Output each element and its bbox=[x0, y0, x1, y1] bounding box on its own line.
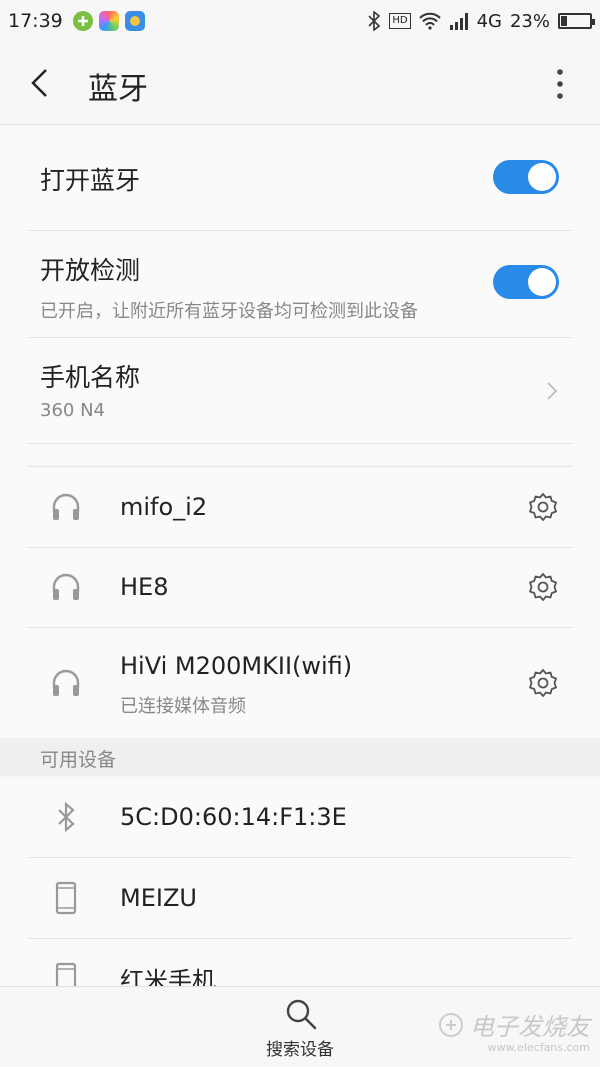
back-arrow-icon[interactable] bbox=[26, 66, 56, 100]
discoverable-toggle-switch[interactable] bbox=[493, 265, 559, 299]
phone-icon bbox=[55, 962, 77, 986]
gear-icon[interactable] bbox=[527, 491, 559, 523]
discoverable-toggle-row[interactable]: 开放检测 已开启，让附近所有蓝牙设备均可检测到此设备 bbox=[27, 231, 573, 338]
headphones-icon bbox=[52, 669, 80, 696]
battery-icon bbox=[558, 13, 595, 29]
bluetooth-icon bbox=[58, 801, 75, 833]
yellow-app-icon bbox=[124, 11, 145, 31]
app-header: 蓝牙 bbox=[0, 42, 600, 125]
signal-icon bbox=[449, 13, 468, 30]
toggle-knob bbox=[528, 268, 556, 296]
available-section-title: 可用设备 bbox=[40, 749, 117, 771]
paired-devices-panel: mifo_i2 HE8 HiVi M200MKII(wifi) 已连接媒体音频 bbox=[0, 466, 600, 738]
phone-icon bbox=[55, 881, 77, 915]
plus-circle-icon bbox=[72, 11, 93, 31]
gear-icon[interactable] bbox=[527, 667, 559, 699]
status-right: HD 4G 23% bbox=[367, 0, 595, 42]
available-device-item[interactable]: MEIZU bbox=[27, 858, 573, 939]
paired-device-item[interactable]: HE8 bbox=[27, 547, 573, 628]
watermark-logo-icon bbox=[439, 1012, 463, 1037]
battery-percent: 23% bbox=[509, 10, 550, 32]
wifi-icon bbox=[418, 12, 441, 30]
gear-icon[interactable] bbox=[527, 571, 559, 603]
bluetooth-icon bbox=[368, 11, 381, 31]
watermark: 电子发烧友 www.elecfans.com bbox=[438, 1007, 590, 1054]
available-section-header: 可用设备 bbox=[0, 738, 600, 776]
more-vertical-icon[interactable] bbox=[548, 66, 572, 102]
available-device-name: MEIZU bbox=[120, 884, 197, 912]
available-device-item[interactable]: 5C:D0:60:14:F1:3E bbox=[27, 777, 573, 858]
device-name-label: 手机名称 bbox=[40, 363, 141, 392]
discoverable-toggle-sub: 已开启，让附近所有蓝牙设备均可检测到此设备 bbox=[40, 301, 418, 322]
discoverable-toggle-label: 开放检测 bbox=[40, 256, 141, 285]
network-type: 4G bbox=[476, 10, 502, 32]
available-device-name: 红米手机 bbox=[120, 967, 216, 986]
paired-device-item[interactable]: HiVi M200MKII(wifi) 已连接媒体音频 bbox=[27, 628, 573, 738]
settings-panel: 打开蓝牙 开放检测 已开启，让附近所有蓝牙设备均可检测到此设备 手机名称 360… bbox=[0, 125, 600, 465]
paired-device-name: HiVi M200MKII(wifi) bbox=[120, 652, 353, 680]
paired-device-name: mifo_i2 bbox=[120, 493, 208, 521]
colorful-app-icon bbox=[98, 11, 119, 31]
watermark-title: 电子发烧友 bbox=[470, 1013, 590, 1041]
search-icon[interactable] bbox=[284, 997, 318, 1031]
headphones-icon bbox=[52, 573, 80, 600]
headphones-icon bbox=[52, 493, 80, 520]
bottom-bar: 搜索设备 电子发烧友 www.elecfans.com bbox=[0, 986, 600, 1067]
watermark-url: www.elecfans.com bbox=[487, 1041, 590, 1054]
paired-device-status: 已连接媒体音频 bbox=[120, 696, 246, 717]
bluetooth-toggle-switch[interactable] bbox=[493, 160, 559, 194]
status-time: 17:39 bbox=[8, 10, 63, 32]
available-devices-panel: 5C:D0:60:14:F1:3E MEIZU 红米手机 bbox=[0, 777, 600, 986]
hd-icon: HD bbox=[389, 13, 411, 29]
paired-device-item[interactable]: mifo_i2 bbox=[27, 466, 573, 548]
bluetooth-toggle-row[interactable]: 打开蓝牙 bbox=[27, 125, 573, 231]
bluetooth-toggle-label: 打开蓝牙 bbox=[40, 166, 141, 195]
toggle-knob bbox=[528, 163, 556, 191]
battery-fill bbox=[561, 16, 567, 26]
status-bar: 17:39 HD 4G 23% bbox=[0, 0, 600, 42]
available-device-name: 5C:D0:60:14:F1:3E bbox=[120, 803, 347, 831]
device-name-value: 360 N4 bbox=[40, 400, 105, 421]
page-title: 蓝牙 bbox=[88, 72, 148, 107]
device-name-row[interactable]: 手机名称 360 N4 bbox=[27, 338, 573, 444]
chevron-right-icon bbox=[547, 382, 558, 400]
paired-device-name: HE8 bbox=[120, 573, 169, 601]
available-device-item[interactable]: 红米手机 bbox=[27, 939, 573, 986]
